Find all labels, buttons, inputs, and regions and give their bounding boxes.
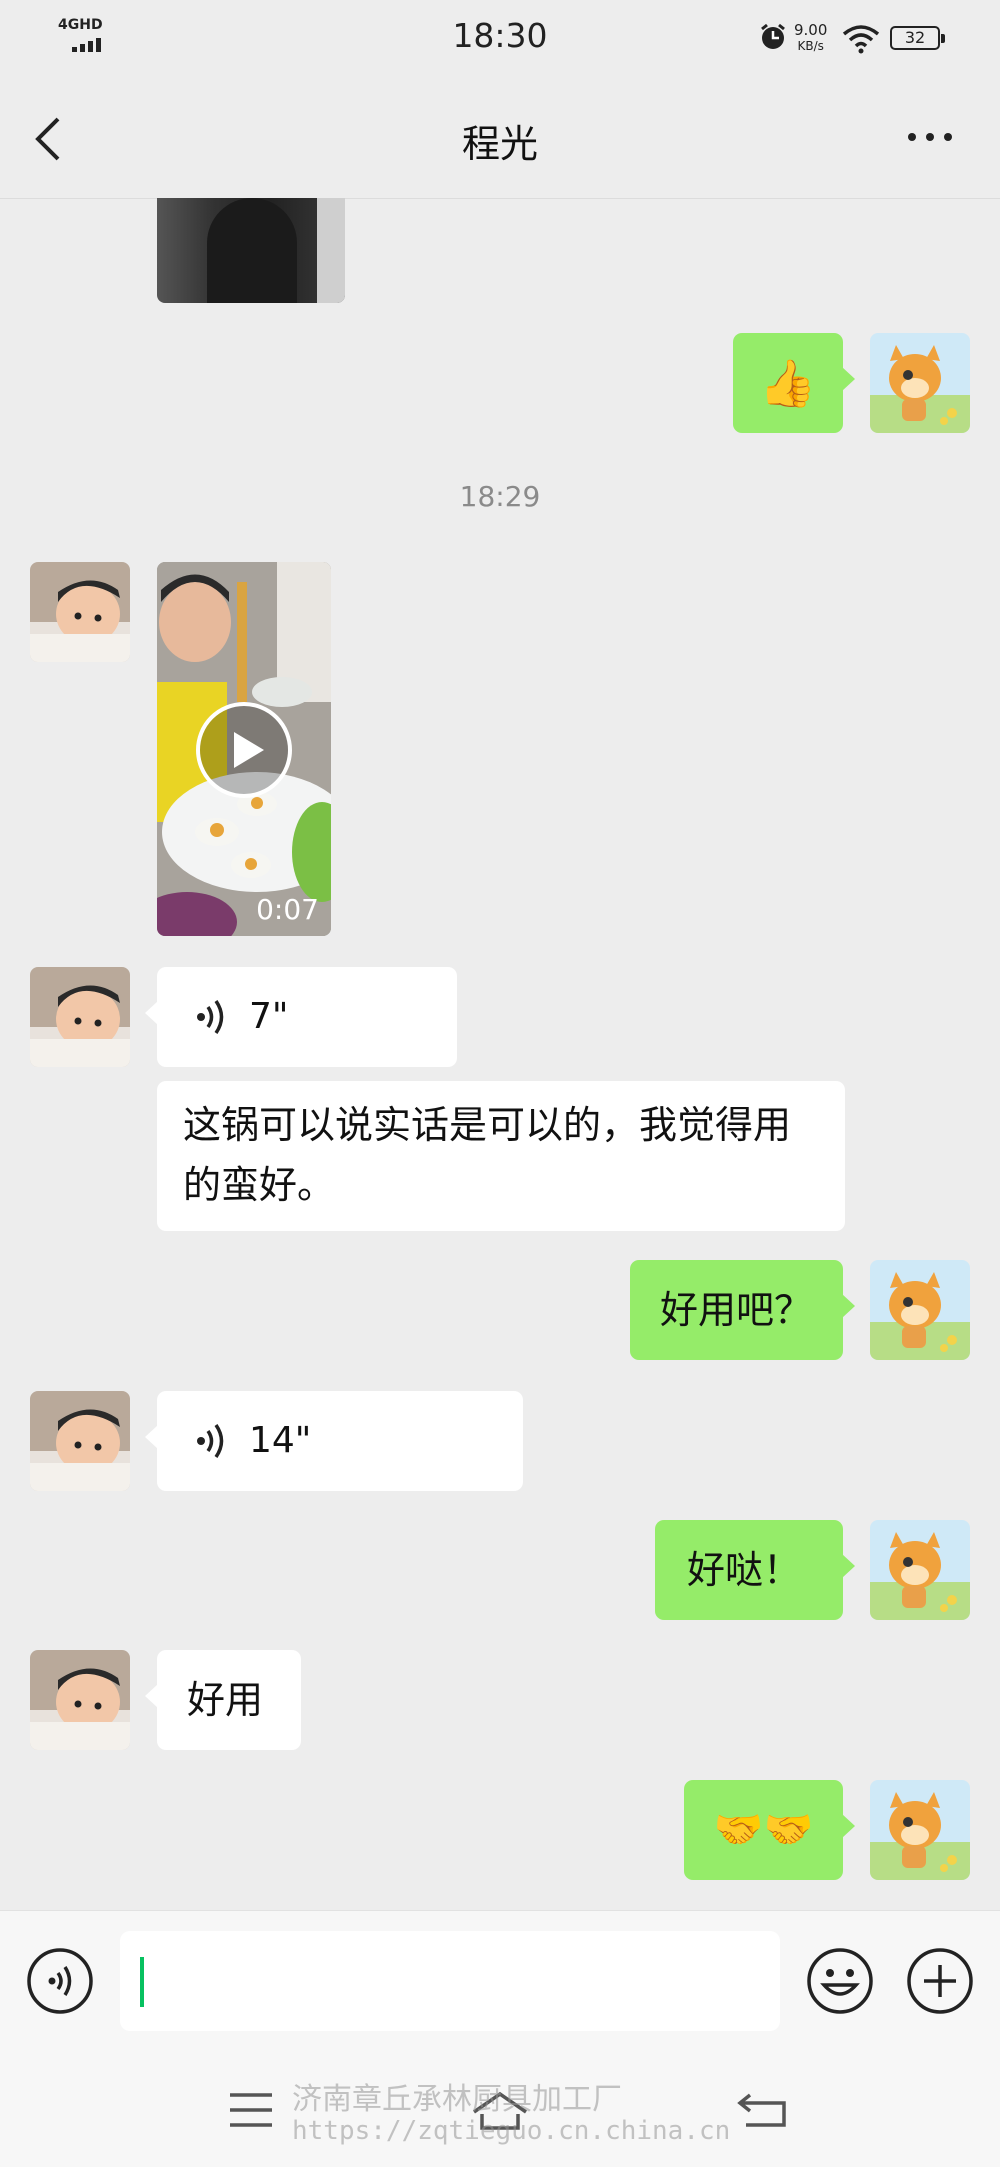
video-duration: 0:07: [256, 893, 319, 926]
sent-text-message[interactable]: 好用吧？: [630, 1260, 855, 1360]
message-timestamp: 18:29: [459, 480, 541, 513]
more-options-icon[interactable]: [906, 130, 954, 144]
voice-icon: [197, 1424, 224, 1458]
input-bar: [0, 1910, 1000, 2051]
image-message-partial[interactable]: [157, 198, 345, 303]
add-icon[interactable]: [906, 1947, 974, 2015]
voice-input-icon[interactable]: [26, 1947, 94, 2015]
alarm-icon: [761, 23, 785, 49]
wifi-icon: [842, 25, 880, 54]
sent-text-message[interactable]: 好哒！: [655, 1520, 855, 1620]
received-text-message[interactable]: 好用: [145, 1650, 301, 1750]
message-text: 好哒！: [687, 1548, 802, 1592]
voice-icon: [197, 1000, 224, 1034]
menu-icon[interactable]: [228, 2092, 274, 2128]
network-speed: 9.00 KB/s: [794, 21, 828, 53]
contact-avatar[interactable]: [30, 1650, 130, 1750]
handshake-icon: 🤝🤝: [713, 1807, 814, 1853]
my-avatar[interactable]: [870, 1780, 970, 1880]
voice-message[interactable]: 7": [145, 967, 457, 1067]
contact-avatar[interactable]: [30, 562, 130, 662]
message-text: 好用: [187, 1678, 264, 1722]
back-nav-icon[interactable]: [736, 2092, 788, 2128]
my-avatar[interactable]: [870, 1520, 970, 1620]
status-bar: 4GHD 18:30 9.00 KB/s 32: [0, 0, 1000, 75]
received-text-message[interactable]: 这锅可以说实话是可以的，我觉得用的蛮好。: [157, 1081, 845, 1231]
contact-avatar[interactable]: [30, 967, 130, 1067]
sent-emoji-bubble[interactable]: 👍: [733, 333, 855, 433]
chat-title: 程光: [461, 122, 538, 166]
chat-header: 程光: [0, 75, 1000, 199]
play-icon[interactable]: [194, 700, 294, 800]
text-cursor: [140, 1957, 144, 2007]
emoji-icon[interactable]: [806, 1947, 874, 2015]
my-avatar[interactable]: [870, 333, 970, 433]
battery-indicator: 32: [890, 26, 945, 50]
thumbs-up-icon: 👍: [759, 356, 817, 410]
voice-duration: 14": [249, 1420, 312, 1461]
message-text: 这锅可以说实话是可以的，我觉得用的蛮好。: [183, 1103, 792, 1207]
my-avatar[interactable]: [870, 1260, 970, 1360]
sent-emoji-bubble[interactable]: 🤝🤝: [684, 1780, 855, 1880]
video-message[interactable]: 0:07: [157, 562, 331, 936]
contact-avatar[interactable]: [30, 1391, 130, 1491]
watermark-url: https://zqtieguo.cn.china.cn: [292, 2116, 731, 2146]
voice-message[interactable]: 14": [145, 1391, 523, 1491]
system-navigation-bar: 济南章丘承林厨具加工厂 https://zqtieguo.cn.china.cn: [0, 2050, 1000, 2167]
watermark-company: 济南章丘承林厨具加工厂: [292, 2082, 622, 2117]
message-input[interactable]: [120, 1931, 780, 2031]
voice-duration: 7": [249, 996, 289, 1037]
message-text: 好用吧？: [660, 1288, 813, 1332]
